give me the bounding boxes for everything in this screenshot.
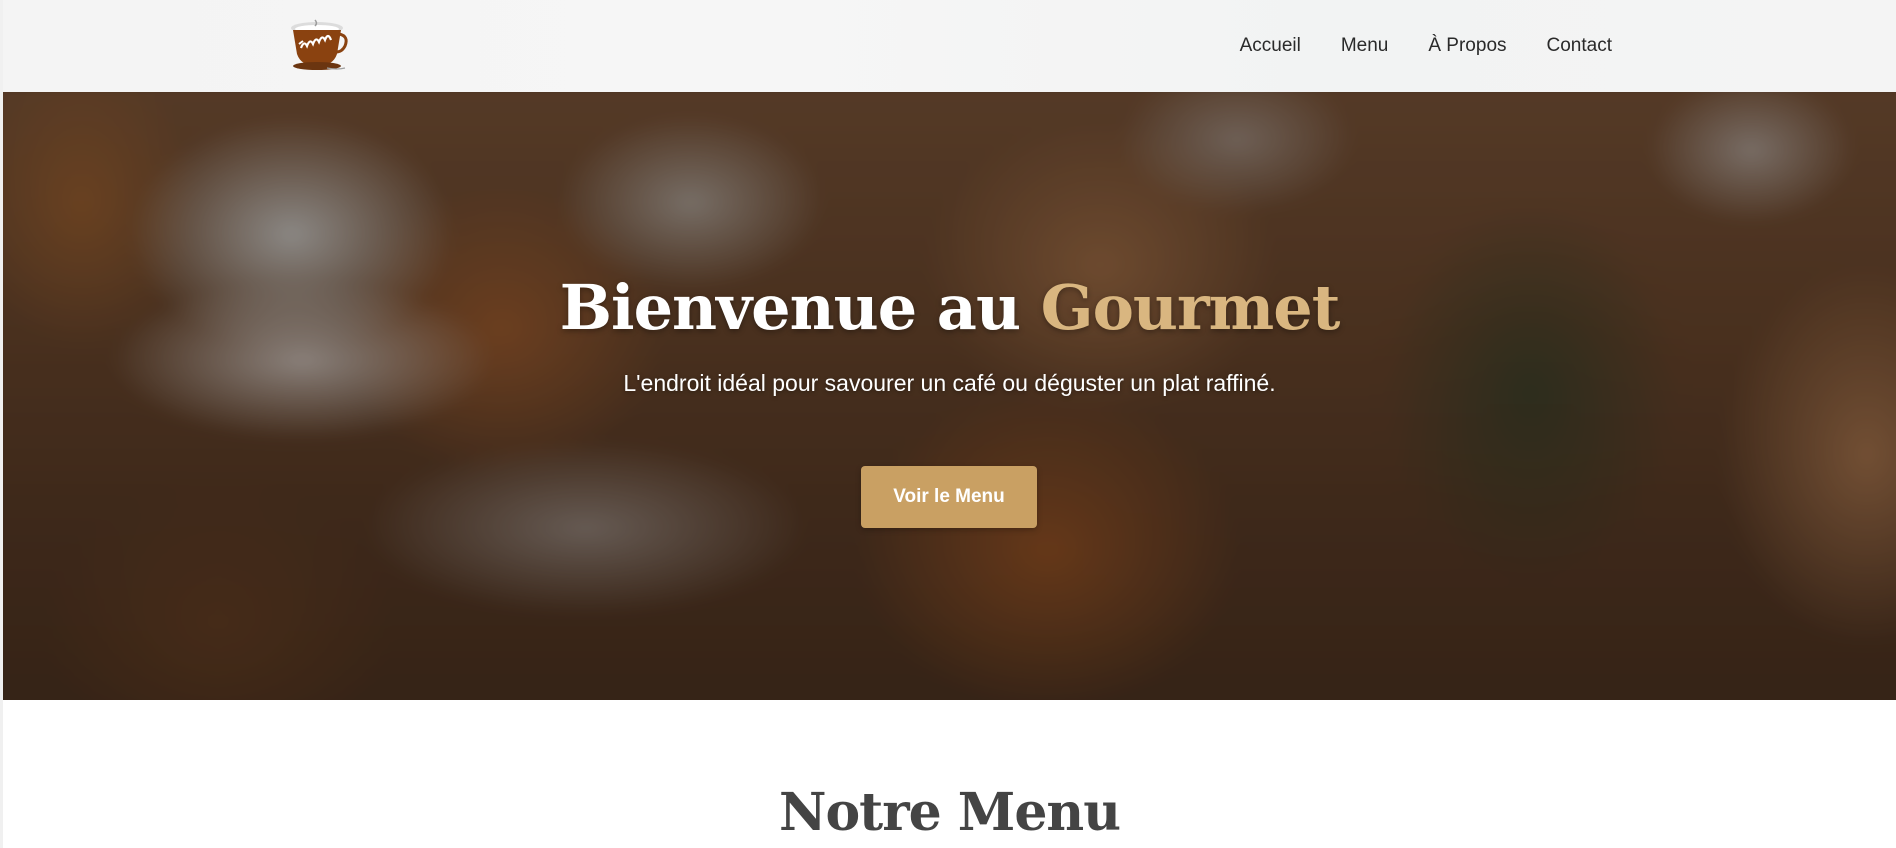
hero-content: Bienvenue au Gourmet L'endroit idéal pou…	[3, 92, 1896, 700]
logo-coffee-cup-icon[interactable]	[287, 18, 351, 72]
main-nav: Accueil Menu À Propos Contact	[1200, 0, 1612, 92]
hero-title-accent: Gourmet	[1040, 271, 1341, 344]
hero-title-prefix: Bienvenue au	[559, 271, 1041, 344]
nav-link-menu[interactable]: Menu	[1341, 35, 1389, 57]
coffee-cup-icon	[291, 19, 348, 70]
hero-subtitle: L'endroit idéal pour savourer un café ou…	[623, 370, 1276, 396]
page: Accueil Menu À Propos Contact Bienvenue …	[0, 0, 1896, 848]
menu-section: Notre Menu	[3, 700, 1896, 848]
hero-section: Bienvenue au Gourmet L'endroit idéal pou…	[3, 92, 1896, 700]
view-menu-button[interactable]: Voir le Menu	[861, 466, 1037, 528]
menu-section-title: Notre Menu	[778, 782, 1121, 843]
nav-link-accueil[interactable]: Accueil	[1240, 35, 1301, 57]
navbar: Accueil Menu À Propos Contact	[3, 0, 1896, 92]
nav-link-a-propos[interactable]: À Propos	[1428, 35, 1506, 57]
hero-title: Bienvenue au Gourmet	[3, 272, 1896, 344]
nav-link-contact[interactable]: Contact	[1547, 35, 1612, 57]
